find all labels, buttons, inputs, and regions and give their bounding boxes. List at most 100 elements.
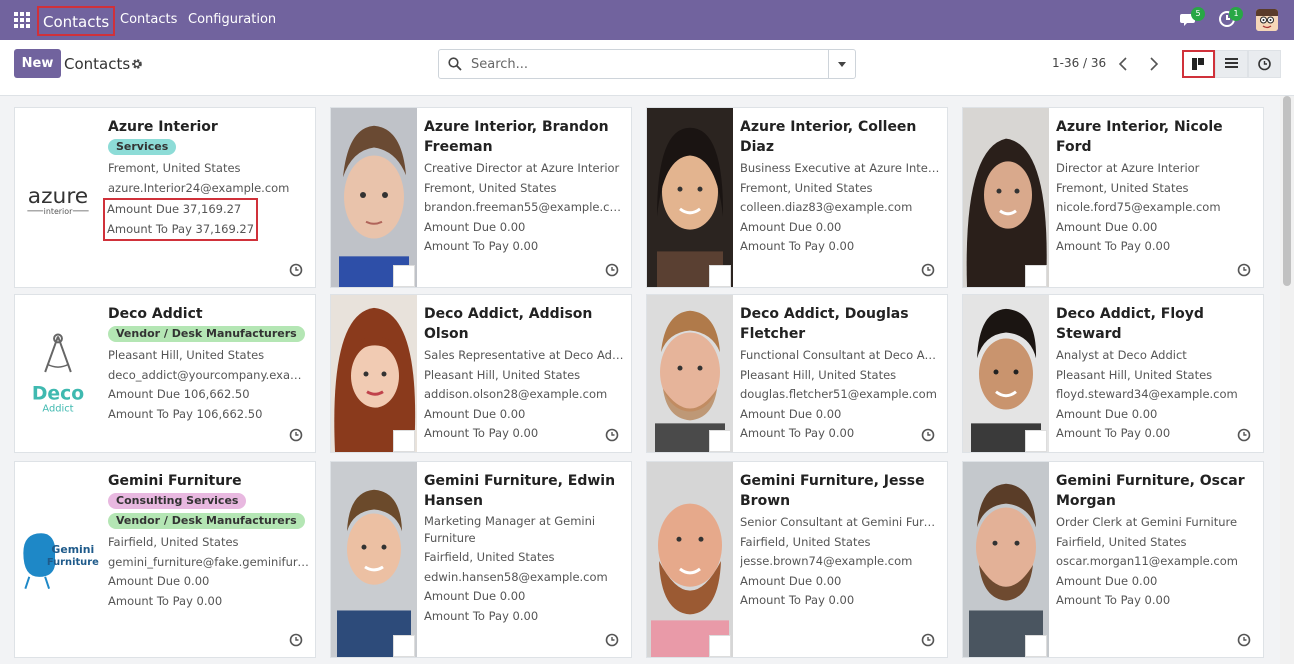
card-line: Fairfield, United States xyxy=(1056,534,1187,549)
card-line: floyd.steward34@example.com xyxy=(1056,387,1238,401)
contact-photo xyxy=(963,462,1049,657)
app-name[interactable]: Contacts xyxy=(37,6,116,36)
activity-clock-icon[interactable] xyxy=(1237,263,1251,277)
pager-value[interactable]: 1-36 / 36 xyxy=(1052,56,1106,70)
contact-photo xyxy=(647,462,733,657)
scrollbar-thumb[interactable] xyxy=(1283,96,1291,286)
new-button[interactable]: New xyxy=(14,49,61,78)
activity-clock-icon[interactable] xyxy=(605,633,619,647)
amount-highlight-box: Amount Due 37,169.27 Amount To Pay 37,16… xyxy=(103,198,259,241)
contact-card-nicole-ford[interactable]: Azure Interior, Nicole Ford Director at … xyxy=(962,107,1264,288)
gear-icon[interactable] xyxy=(131,58,143,70)
card-line: Marketing Manager at Gemini Furniture xyxy=(424,514,596,545)
company-mini-logo xyxy=(1025,430,1047,452)
activity-clock-icon[interactable] xyxy=(605,263,619,277)
amount-due: Amount Due 0.00 xyxy=(424,589,526,603)
contact-card-jesse-brown[interactable]: Gemini Furniture, Jesse Brown Senior Con… xyxy=(646,461,948,658)
search-options-toggle[interactable] xyxy=(828,50,855,78)
contact-card-gemini-furniture[interactable]: Gemini Furniture Gemini Furniture Consul… xyxy=(14,461,316,658)
kanban-icon xyxy=(1192,58,1204,70)
contact-card-douglas-fletcher[interactable]: Deco Addict, Douglas Fletcher Functional… xyxy=(646,294,948,453)
activity-clock-icon[interactable] xyxy=(605,428,619,442)
card-title: Deco Addict, Floyd Steward xyxy=(1056,306,1204,342)
card-title: Gemini Furniture, Edwin Hansen xyxy=(424,473,616,509)
activities-button[interactable]: 1 xyxy=(1218,7,1243,30)
card-line: Fremont, United States xyxy=(1056,180,1189,195)
contact-card-addison-olson[interactable]: Deco Addict, Addison Olson Sales Represe… xyxy=(330,294,632,453)
company-logo: Gemini Furniture xyxy=(15,462,101,657)
amount-due: Amount Due 0.00 xyxy=(740,219,842,234)
top-navbar: Contacts Contacts Configuration 5 1 xyxy=(0,0,1294,40)
contact-photo xyxy=(331,295,417,452)
logo-text: azure xyxy=(28,184,88,209)
search-input[interactable] xyxy=(471,50,827,78)
contact-card-floyd-steward[interactable]: Deco Addict, Floyd Steward Analyst at De… xyxy=(962,294,1264,453)
amount-to-pay: Amount To Pay 0.00 xyxy=(740,593,855,607)
contact-card-brandon-freeman[interactable]: Azure Interior, Brandon Freeman Creative… xyxy=(330,107,632,288)
messages-button[interactable]: 5 xyxy=(1180,7,1205,30)
contact-photo xyxy=(331,108,417,287)
list-view-button[interactable] xyxy=(1215,50,1248,78)
tag: Services xyxy=(108,139,177,155)
card-line: douglas.fletcher51@example.com xyxy=(740,387,937,401)
card-title: Deco Addict, Addison Olson xyxy=(424,306,593,342)
amount-due: Amount Due 0.00 xyxy=(740,406,842,421)
contact-card-azure-interior[interactable]: azure interior Azure Interior Services F… xyxy=(14,107,316,288)
activity-clock-icon[interactable] xyxy=(921,428,935,442)
activity-clock-icon[interactable] xyxy=(289,633,303,647)
contact-card-deco-addict[interactable]: Deco Addict Deco Addict Vendor / Desk Ma… xyxy=(14,294,316,453)
user-avatar[interactable] xyxy=(1256,9,1278,31)
card-line: oscar.morgan11@example.com xyxy=(1056,554,1238,568)
vertical-scrollbar[interactable] xyxy=(1280,96,1294,664)
tag: Vendor / Desk Manufacturers xyxy=(108,513,305,529)
contact-card-oscar-morgan[interactable]: Gemini Furniture, Oscar Morgan Order Cle… xyxy=(962,461,1264,658)
company-mini-logo xyxy=(393,635,415,657)
page-title: Contacts xyxy=(64,55,131,73)
card-line: Pleasant Hill, United States xyxy=(740,367,897,382)
amount-to-pay: Amount To Pay 0.00 xyxy=(1056,593,1171,607)
menu-configuration[interactable]: Configuration xyxy=(188,12,276,27)
logo-subtext: interior xyxy=(44,207,73,216)
search-bar xyxy=(438,49,856,79)
card-line: Analyst at Deco Addict xyxy=(1056,348,1187,362)
card-line: gemini_furniture@fake.geminifurniture.co… xyxy=(108,554,309,569)
logo-text: Deco xyxy=(32,384,84,405)
amount-to-pay: Amount To Pay 0.00 xyxy=(424,239,539,253)
pager-next-button[interactable] xyxy=(1139,50,1167,78)
amount-to-pay: Amount To Pay 0.00 xyxy=(740,426,855,440)
chevron-right-icon xyxy=(1150,57,1159,71)
logo-subtext: Addict xyxy=(42,404,73,415)
apps-grid-icon[interactable] xyxy=(14,12,30,28)
card-line: colleen.diaz83@example.com xyxy=(740,200,913,214)
kanban-view-button[interactable] xyxy=(1182,50,1215,78)
activity-clock-icon[interactable] xyxy=(289,263,303,277)
activity-clock-icon[interactable] xyxy=(289,428,303,442)
company-mini-logo xyxy=(709,430,731,452)
activity-view-button[interactable] xyxy=(1248,50,1281,78)
card-line: Senior Consultant at Gemini Furniture xyxy=(740,515,941,529)
activity-clock-icon[interactable] xyxy=(1237,633,1251,647)
card-line: Fairfield, United States xyxy=(424,550,555,564)
amount-to-pay: Amount To Pay 0.00 xyxy=(424,426,539,440)
card-line: azure.Interior24@example.com xyxy=(108,180,290,195)
card-line: addison.olson28@example.com xyxy=(424,387,608,401)
menu-contacts[interactable]: Contacts xyxy=(120,12,177,27)
card-title: Deco Addict xyxy=(108,306,203,322)
logo-text: Gemini xyxy=(51,543,94,556)
card-line: nicole.ford75@example.com xyxy=(1056,200,1221,214)
card-line: deco_addict@yourcompany.example.com xyxy=(108,367,309,382)
card-line: edwin.hansen58@example.com xyxy=(424,569,608,584)
activity-clock-icon[interactable] xyxy=(1237,428,1251,442)
activity-clock-icon[interactable] xyxy=(921,263,935,277)
contact-card-colleen-diaz[interactable]: Azure Interior, Colleen Diaz Business Ex… xyxy=(646,107,948,288)
amount-due: Amount Due 0.00 xyxy=(1056,219,1158,234)
card-line: Business Executive at Azure Interior xyxy=(740,161,941,175)
clock-icon xyxy=(1258,57,1271,71)
card-line: Fairfield, United States xyxy=(108,535,239,549)
card-line: Pleasant Hill, United States xyxy=(108,348,265,362)
activity-clock-icon[interactable] xyxy=(921,633,935,647)
pager-previous-button[interactable] xyxy=(1110,50,1138,78)
tag: Vendor / Desk Manufacturers xyxy=(108,326,305,342)
amount-due: Amount Due 0.00 xyxy=(1056,573,1158,588)
contact-card-edwin-hansen[interactable]: Gemini Furniture, Edwin Hansen Marketing… xyxy=(330,461,632,658)
